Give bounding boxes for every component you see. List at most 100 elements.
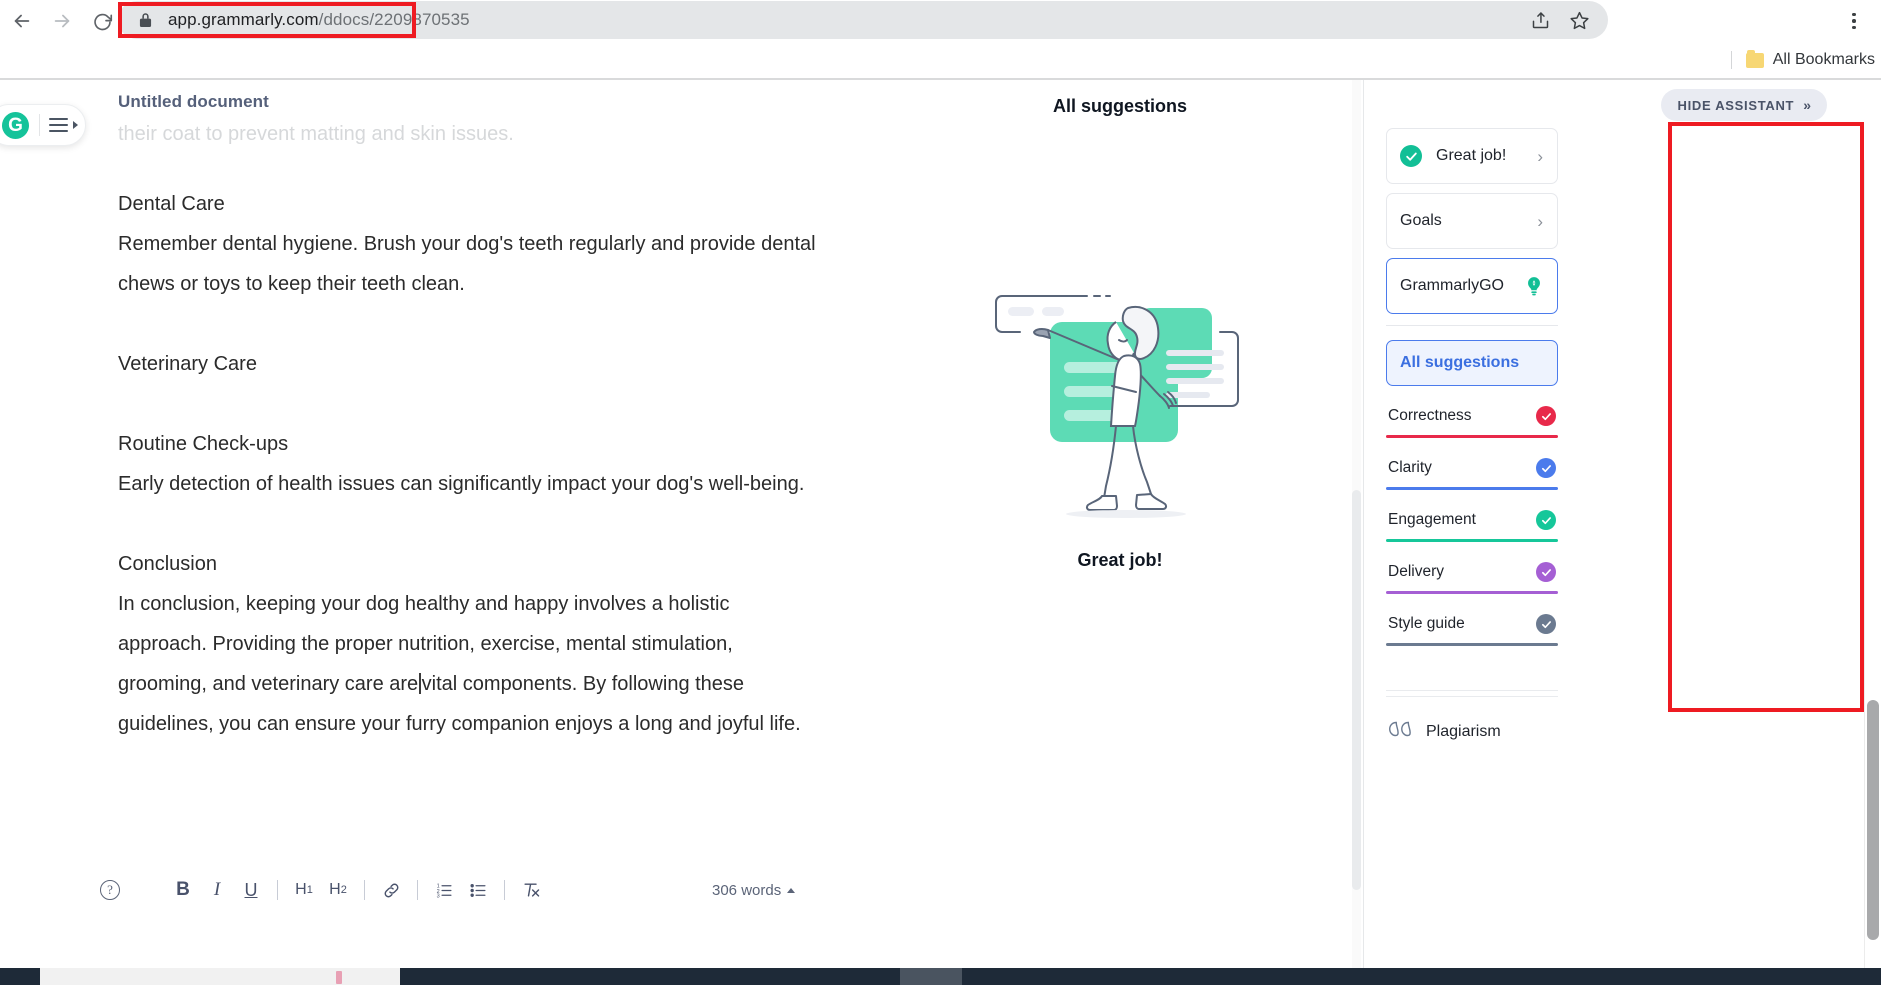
assistant-card-great-job[interactable]: Great job! › [1386, 128, 1558, 184]
doc-heading-conclusion: Conclusion [118, 553, 217, 575]
url-text: app.grammarly.com/ddocs/2209870535 [160, 10, 1530, 30]
url-host: app.grammarly.com [168, 10, 319, 29]
toolbar-divider [364, 880, 365, 900]
assistant-card-label: Great job! [1436, 147, 1507, 164]
lightbulb-icon [1524, 275, 1544, 297]
category-bar [1386, 435, 1558, 438]
category-label: Style guide [1388, 615, 1465, 632]
check-circle-icon [1536, 510, 1556, 530]
assistant-card-grammarlygo[interactable]: GrammarlyGO [1386, 258, 1558, 314]
folder-icon [1745, 49, 1764, 68]
hide-assistant-label: HIDE ASSISTANT [1677, 97, 1795, 113]
taskbar-segment[interactable] [900, 968, 962, 985]
assistant-card-label: GrammarlyGO [1400, 277, 1504, 294]
italic-button[interactable]: I [200, 873, 234, 907]
category-row: Style guide [1386, 614, 1558, 634]
os-taskbar [0, 968, 1881, 985]
assistant-sidebar: HIDE ASSISTANT » Great job! › Goals › Gr… [1364, 80, 1864, 985]
document-column: Untitled document their coat to prevent … [100, 80, 860, 985]
bookmarks-bar: All Bookmarks [0, 42, 1881, 78]
great-job-caption: Great job! [1077, 550, 1163, 570]
category-engagement[interactable]: Engagement [1386, 510, 1558, 542]
clear-formatting-icon[interactable] [514, 873, 548, 907]
category-bar [1386, 539, 1558, 542]
heading2-button[interactable]: H2 [321, 873, 355, 907]
document-body[interactable]: their coat to prevent matting and skin i… [118, 114, 818, 744]
doc-text-dental: Remember dental hygiene. Brush your dog'… [118, 233, 816, 295]
check-circle-icon [1400, 145, 1422, 167]
h2-sub: 2 [340, 884, 347, 896]
category-row: Clarity [1386, 458, 1558, 478]
word-count-label: 306 words [712, 882, 782, 899]
all-bookmarks-label[interactable]: All Bookmarks [1773, 51, 1875, 69]
text-caret [419, 673, 421, 694]
heading1-button[interactable]: H1 [287, 873, 321, 907]
category-clarity[interactable]: Clarity [1386, 458, 1558, 490]
numbered-list-icon[interactable]: 123 [427, 873, 461, 907]
back-button[interactable] [2, 1, 42, 41]
page-title[interactable]: Untitled document [118, 92, 269, 112]
category-label: Delivery [1388, 563, 1444, 580]
reload-button[interactable] [82, 1, 122, 41]
check-circle-icon [1536, 614, 1556, 634]
assistant-divider [1386, 325, 1558, 326]
star-icon[interactable] [1569, 10, 1590, 31]
address-bar[interactable]: app.grammarly.com/ddocs/2209870535 [118, 1, 1608, 39]
chevron-double-right-icon: » [1803, 97, 1811, 113]
doc-text-conclusion: In conclusion, keeping your dog healthy … [118, 584, 818, 744]
doc-heading-routine: Routine Check-ups [118, 433, 289, 455]
assistant-card-goals[interactable]: Goals › [1386, 193, 1558, 249]
category-label: Clarity [1388, 459, 1432, 476]
suggestions-pane-title: All suggestions [1052, 96, 1187, 116]
formatting-controls: B I U H1 H2 123 [166, 873, 548, 907]
hamburger-menu-icon[interactable] [49, 117, 68, 133]
category-row: Engagement [1386, 510, 1558, 530]
assistant-list: Great job! › Goals › GrammarlyGO All sug… [1386, 128, 1558, 744]
word-count[interactable]: 306 words [712, 882, 796, 899]
pill-divider [39, 114, 40, 136]
taskbar-window[interactable] [40, 968, 400, 985]
suggestions-pane: All suggestions Great job! [880, 80, 1360, 985]
chevron-right-icon: › [1537, 146, 1543, 166]
taskbar-indicator [336, 971, 342, 984]
plagiarism-item[interactable]: Plagiarism [1386, 719, 1558, 744]
hide-assistant-button[interactable]: HIDE ASSISTANT » [1660, 89, 1827, 121]
link-icon[interactable] [374, 873, 408, 907]
doc-heading-veterinary: Veterinary Care [118, 353, 257, 375]
person-pointing-at-document-illustration [990, 290, 1250, 545]
forward-button[interactable] [42, 1, 82, 41]
toolbar-divider [277, 880, 278, 900]
quote-marks-icon [1386, 719, 1412, 744]
editor-scrollbar-thumb[interactable] [1352, 490, 1361, 890]
check-circle-icon [1536, 458, 1556, 478]
kebab-menu-icon[interactable] [1837, 4, 1871, 38]
category-label: Correctness [1388, 407, 1472, 424]
bold-button[interactable]: B [166, 873, 200, 907]
share-icon[interactable] [1530, 10, 1551, 31]
toolbar-divider [504, 880, 505, 900]
doc-text-routine: Early detection of health issues can sig… [118, 473, 805, 495]
help-question-icon[interactable]: ? [100, 880, 120, 900]
svg-text:3: 3 [436, 893, 439, 899]
category-delivery[interactable]: Delivery [1386, 562, 1558, 594]
h2-letter: H [329, 881, 341, 898]
assistant-card-label: Goals [1400, 212, 1442, 229]
url-path: /ddocs/2209870535 [318, 10, 470, 29]
underline-button[interactable]: U [234, 873, 268, 907]
category-style-guide[interactable]: Style guide [1386, 614, 1558, 646]
caret-right-icon [73, 121, 78, 129]
grammarly-menu-pill[interactable]: G [0, 104, 86, 146]
category-row: Delivery [1386, 562, 1558, 582]
caret-up-icon [787, 888, 796, 893]
check-circle-icon [1536, 562, 1556, 582]
screen-root: app.grammarly.com/ddocs/2209870535 All B… [0, 0, 1881, 985]
category-row: Correctness [1386, 406, 1558, 426]
grammarly-logo-icon[interactable]: G [2, 111, 29, 139]
bullet-list-icon[interactable] [461, 873, 495, 907]
category-correctness[interactable]: Correctness [1386, 406, 1558, 438]
scrolled-faded-line: their coat to prevent matting and skin i… [118, 123, 514, 144]
page-scrollbar-thumb[interactable] [1867, 700, 1879, 940]
plagiarism-label: Plagiarism [1426, 722, 1501, 740]
check-circle-icon [1536, 406, 1556, 426]
all-suggestions-button[interactable]: All suggestions [1386, 340, 1558, 386]
